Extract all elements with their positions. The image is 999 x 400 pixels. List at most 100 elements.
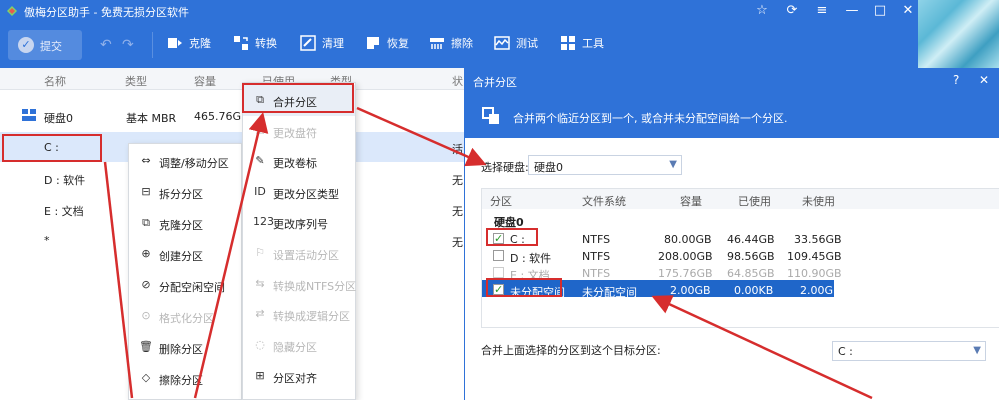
menu-item-drive-letter[interactable]: ⚿ 更改盘符 [243, 116, 355, 147]
merge-icon [482, 107, 499, 124]
checkbox-unchecked[interactable] [493, 250, 504, 261]
recover-label: 恢复 [387, 37, 409, 50]
menu-item-active[interactable]: ⚐ 设置活动分区 [243, 238, 355, 269]
maximize-button[interactable]: □ [870, 2, 890, 20]
tools-button[interactable]: 工具 [560, 35, 604, 55]
disk-icon [22, 109, 36, 121]
test-icon [494, 36, 510, 50]
menu-item-delete[interactable]: 🗑 删除分区 [129, 332, 241, 363]
menu-item-label[interactable]: ✎ 更改卷标 [243, 146, 355, 177]
tools-label: 工具 [582, 37, 604, 50]
minimize-button[interactable]: — [842, 2, 862, 20]
row-fs: 未分配空间 [582, 286, 637, 299]
commit-button[interactable]: ✓ 提交 [8, 30, 82, 60]
highlight-unallocated [486, 278, 562, 297]
convert-ntfs-icon: ⇆ [255, 277, 265, 290]
corner-decoration [918, 0, 999, 68]
redo-icon[interactable]: ↷ [122, 37, 134, 53]
favorite-icon[interactable]: ☆ [752, 2, 772, 20]
wipe-icon: ◇ [141, 371, 151, 384]
dialog-banner: 合并两个临近分区到一个, 或合并未分配空间给一个分区. [465, 94, 999, 138]
clean-button[interactable]: 清理 [300, 35, 344, 55]
hide-icon: ◌ [255, 338, 265, 351]
row-used: 64.85GB [727, 267, 775, 280]
menu-item-wipe[interactable]: ◇ 擦除分区 [129, 363, 241, 394]
close-button[interactable]: ✕ [898, 2, 918, 20]
highlight-c-row [2, 134, 102, 162]
test-button[interactable]: 测试 [494, 35, 538, 55]
undo-icon[interactable]: ↶ [100, 37, 112, 53]
context-menu-right: ⧉ 合并分区 ⚿ 更改盘符 ✎ 更改卷标 ID 更改分区类型 123 更改序列号 ⚐ 设置活… [242, 82, 356, 400]
refresh-icon[interactable]: ⟳ [782, 2, 802, 20]
clone-label: 克隆 [189, 37, 211, 50]
recover-icon [367, 37, 379, 49]
resize-icon: ⇔ [141, 154, 151, 167]
clone-button[interactable]: 克隆 [167, 35, 211, 55]
menu-item-convert-logical[interactable]: ⇄ 转换成逻辑分区 [243, 299, 355, 330]
disk-select-value: 硬盘0 [534, 161, 563, 174]
clone-icon [168, 38, 182, 48]
menu-item-split[interactable]: ⊟ 拆分分区 [129, 177, 241, 208]
menu-item-align[interactable]: ⊞ 分区对齐 [243, 361, 355, 392]
menu-item-clone[interactable]: ⧉ 克隆分区 [129, 208, 241, 239]
target-select-value: C : [838, 345, 853, 358]
help-icon[interactable]: ? [953, 73, 959, 87]
create-icon: ⊕ [141, 247, 151, 260]
table-row[interactable]: D : 软件 NTFS 208.00GB 98.56GB 109.45GB [482, 246, 999, 265]
menu-item-hide[interactable]: ◌ 隐藏分区 [243, 330, 355, 361]
wipe-button[interactable]: 擦除 [429, 35, 473, 55]
row-used: 46.44GB [727, 233, 775, 246]
target-select[interactable]: C : ▼ [832, 341, 986, 361]
highlight-c-checkbox [486, 228, 538, 246]
menu-item-convert-ntfs[interactable]: ⇆ 转换成NTFS分区 [243, 269, 356, 300]
partition-name: E : 文档 [44, 205, 84, 218]
toolbar: ✓ 提交 ↶ ↷ 克隆 转换 清理 恢复 擦除 测试 工具 [0, 22, 999, 68]
convert-icon [234, 36, 248, 50]
merge-dialog: 合并分区 ? ✕ 合并两个临近分区到一个, 或合并未分配空间给一个分区. 选择硬… [464, 68, 999, 400]
row-fs: NTFS [582, 267, 611, 280]
menu-item-type[interactable]: ID 更改分区类型 [243, 177, 355, 208]
checkbox-disabled [493, 267, 504, 278]
dialog-titlebar: 合并分区 ? ✕ [465, 68, 999, 94]
menu-item-allocate[interactable]: ⊘ 分配空闲空间 [129, 270, 241, 301]
partition-name: D : 软件 [44, 174, 86, 187]
col-free: 未使用 [802, 195, 835, 208]
disk-capacity: 465.76GB [194, 110, 249, 123]
recover-button[interactable]: 恢复 [365, 35, 409, 55]
allocate-icon: ⊘ [141, 278, 151, 291]
row-free: 110.90GB [787, 267, 842, 280]
row-fs: NTFS [582, 233, 611, 246]
partition-status: 无 [452, 236, 463, 249]
row-capacity: 80.00GB [664, 233, 712, 246]
col-type: 类型 [125, 75, 147, 88]
menu-item-format[interactable]: ⊙ 格式化分区 [129, 301, 241, 332]
chevron-down-icon: ▼ [669, 159, 677, 170]
table-header: 名称 类型 容量 已使用 类型 状 [0, 68, 464, 90]
partition-status: 活 [452, 143, 463, 156]
disk-select-label: 选择硬盘: [481, 161, 529, 174]
table-row-disk0[interactable]: 硬盘0 基本 MBR 465.76GB [0, 101, 464, 131]
row-capacity: 2.00GB [670, 284, 711, 297]
drive-letter-icon: ⚿ [255, 124, 265, 137]
table-row[interactable]: ✓ C : NTFS 80.00GB 46.44GB 33.56GB [482, 229, 999, 246]
serial-icon: 123 [253, 215, 274, 228]
convert-label: 转换 [255, 37, 277, 50]
label-icon: ✎ [255, 154, 265, 167]
align-icon: ⊞ [255, 369, 265, 382]
convert-button[interactable]: 转换 [233, 35, 277, 55]
row-free: 33.56GB [794, 233, 842, 246]
col-partition: 分区 [490, 195, 512, 208]
menu-icon[interactable]: ≡ [812, 2, 832, 20]
wipe-label: 擦除 [451, 37, 473, 50]
partition-status: 无 [452, 205, 463, 218]
menu-item-create[interactable]: ⊕ 创建分区 [129, 239, 241, 270]
id-icon: ID [254, 185, 266, 198]
row-used: 98.56GB [727, 250, 775, 263]
dialog-close-button[interactable]: ✕ [979, 73, 989, 87]
menu-item-resize[interactable]: ⇔ 调整/移动分区 [129, 146, 241, 177]
chevron-down-icon: ▼ [973, 345, 981, 356]
disk-select[interactable]: 硬盘0 ▼ [528, 155, 682, 175]
toolbar-divider [152, 32, 153, 58]
menu-item-serial[interactable]: 123 更改序列号 [243, 207, 355, 238]
commit-label: 提交 [40, 40, 62, 53]
